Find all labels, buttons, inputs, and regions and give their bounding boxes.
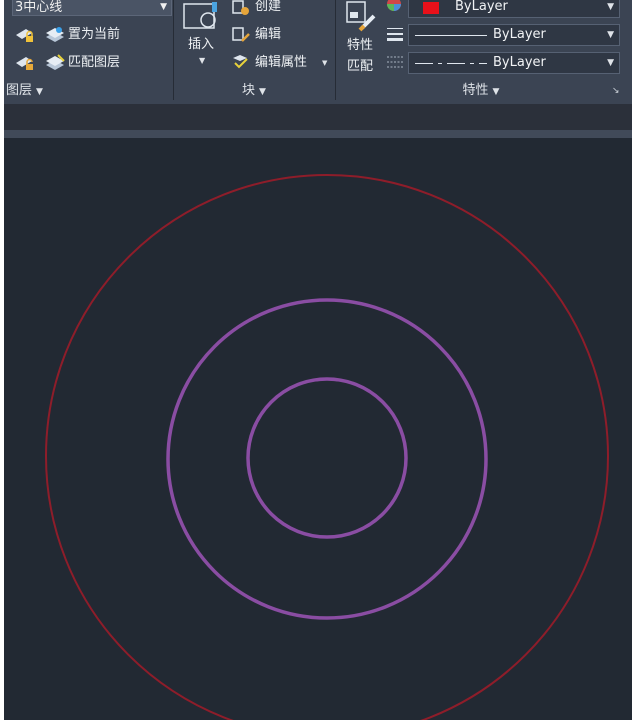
middle-circle[interactable] bbox=[166, 298, 488, 620]
outer-circle[interactable] bbox=[45, 174, 609, 720]
chevron-down-icon: ▼ bbox=[607, 58, 614, 68]
inner-circle[interactable] bbox=[246, 377, 408, 539]
color-dropdown[interactable]: ByLayer ▼ bbox=[408, 0, 620, 18]
color-swatch bbox=[423, 2, 439, 14]
lineweight-icon[interactable] bbox=[386, 26, 404, 42]
properties-panel-title[interactable]: 特性 ▼ bbox=[336, 80, 626, 102]
page-margin bbox=[632, 0, 636, 720]
ribbon-bottom-strip bbox=[4, 104, 632, 130]
layer-lock-icon[interactable] bbox=[14, 53, 36, 73]
drawing-svg bbox=[45, 174, 609, 720]
set-current-button[interactable]: 置为当前 bbox=[68, 26, 120, 44]
ribbon-edge bbox=[4, 130, 632, 138]
lineweight-dropdown-value: ByLayer bbox=[493, 27, 546, 42]
color-dropdown-value: ByLayer bbox=[455, 0, 508, 14]
chevron-down-icon: ▼ bbox=[259, 87, 266, 97]
chevron-down-icon: ▼ bbox=[36, 87, 43, 97]
color-wheel-icon[interactable] bbox=[386, 0, 402, 12]
drawing-canvas[interactable] bbox=[4, 138, 632, 720]
center-linetype-preview bbox=[415, 63, 487, 64]
lineweight-dropdown[interactable]: ByLayer ▼ bbox=[408, 24, 620, 46]
layer-set-current-state-icon[interactable] bbox=[14, 25, 36, 45]
edit-block-icon[interactable] bbox=[230, 25, 252, 45]
chevron-down-icon[interactable]: ▼ bbox=[322, 59, 327, 67]
block-panel-title[interactable]: 块 ▼ bbox=[174, 80, 334, 102]
chevron-down-icon: ▼ bbox=[607, 30, 614, 40]
layers-panel-title[interactable]: 图层 ▼ bbox=[6, 80, 172, 102]
chevron-down-icon[interactable]: ▼ bbox=[199, 56, 205, 65]
chevron-down-icon: ▼ bbox=[160, 2, 167, 12]
match-properties-label-2[interactable]: 匹配 bbox=[347, 58, 373, 76]
chevron-down-icon: ▼ bbox=[607, 2, 614, 12]
insert-block-icon[interactable] bbox=[182, 2, 218, 32]
linetype-dropdown[interactable]: ByLayer ▼ bbox=[408, 52, 620, 74]
properties-panel: 特性 匹配 ByLayer ▼ ByLayer ▼ ByLayer ▼ 特性 ▼… bbox=[336, 0, 626, 104]
linetype-icon[interactable] bbox=[386, 54, 404, 70]
match-properties-icon[interactable] bbox=[344, 0, 376, 34]
linetype-dropdown-value: ByLayer bbox=[493, 55, 546, 70]
insert-button[interactable]: 插入 bbox=[188, 36, 214, 54]
ribbon: 3中心线 ▼ 置为当前 匹配图层 图层 ▼ 插入 ▼ 创建 编辑 编辑属性 ▼ … bbox=[4, 0, 632, 104]
layer-dropdown-value: 3中心线 bbox=[15, 0, 63, 15]
chevron-down-icon: ▼ bbox=[492, 87, 500, 97]
create-block-button[interactable]: 创建 bbox=[255, 0, 281, 16]
block-panel: 插入 ▼ 创建 编辑 编辑属性 ▼ 块 ▼ bbox=[174, 0, 334, 104]
set-current-icon[interactable] bbox=[44, 25, 66, 45]
edit-block-button[interactable]: 编辑 bbox=[255, 26, 281, 44]
layer-dropdown[interactable]: 3中心线 ▼ bbox=[12, 0, 172, 16]
continuous-line-preview bbox=[415, 35, 487, 36]
create-block-icon[interactable] bbox=[230, 0, 252, 18]
edit-attributes-button[interactable]: 编辑属性 bbox=[255, 54, 307, 72]
match-layer-icon[interactable] bbox=[44, 53, 66, 73]
match-properties-label[interactable]: 特性 bbox=[347, 37, 373, 55]
dialog-launcher-icon[interactable]: ↘ bbox=[612, 86, 620, 96]
edit-attributes-icon[interactable] bbox=[230, 53, 252, 73]
match-layer-button[interactable]: 匹配图层 bbox=[68, 54, 120, 72]
layers-panel: 3中心线 ▼ 置为当前 匹配图层 图层 ▼ bbox=[4, 0, 172, 104]
